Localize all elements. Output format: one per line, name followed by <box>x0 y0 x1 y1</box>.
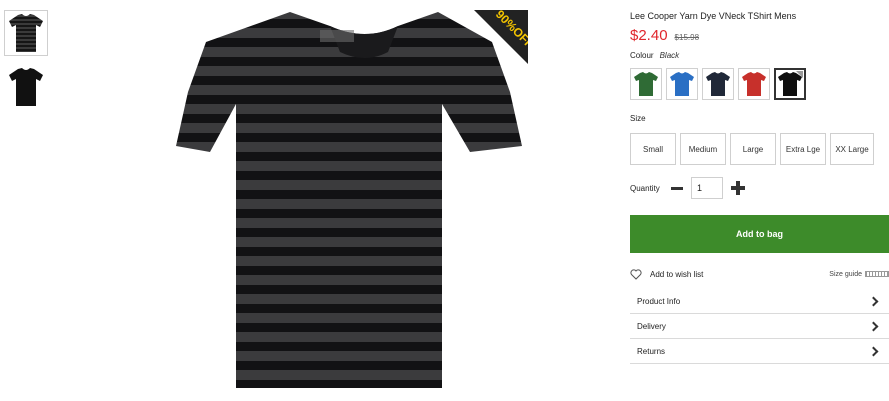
accordion-label: Returns <box>637 346 666 356</box>
size-label: Size <box>630 114 646 123</box>
size-extra-large-button[interactable]: Extra Lge <box>780 133 826 165</box>
blue-tshirt-icon <box>670 72 694 96</box>
accordion-returns[interactable]: Returns <box>630 339 889 364</box>
info-accordion: Product Info Delivery Returns <box>630 289 889 364</box>
product-title: Lee Cooper Yarn Dye VNeck TShirt Mens <box>630 11 797 21</box>
swatch-red[interactable] <box>738 68 770 100</box>
chevron-right-icon <box>868 321 879 331</box>
add-to-bag-button[interactable]: Add to bag <box>630 215 889 253</box>
minus-icon[interactable] <box>671 186 683 190</box>
chevron-right-icon <box>868 296 879 306</box>
ruler-icon <box>865 271 889 277</box>
discount-badge: 90%OFF <box>474 10 528 64</box>
chevron-right-icon <box>868 346 879 356</box>
accordion-label: Delivery <box>637 321 666 331</box>
colour-label: Colour <box>630 51 654 60</box>
swatch-blue[interactable] <box>666 68 698 100</box>
accordion-product-info[interactable]: Product Info <box>630 289 889 314</box>
add-to-wish-list-link[interactable]: Add to wish list <box>630 268 704 280</box>
colour-value: Black <box>659 51 680 60</box>
quantity-label: Quantity <box>630 183 660 193</box>
colour-swatches <box>630 68 889 100</box>
striped-tshirt-icon <box>9 14 43 52</box>
price-row: $2.40 $15.98 <box>630 27 889 44</box>
red-tshirt-icon <box>742 72 766 96</box>
size-large-button[interactable]: Large <box>730 133 776 165</box>
thumbnail-list <box>4 10 50 118</box>
price-current: $2.40 <box>630 27 668 44</box>
size-small-button[interactable]: Small <box>630 133 676 165</box>
colour-row: Colour Black <box>630 51 889 60</box>
price-original: $15.98 <box>674 33 700 42</box>
wish-size-row: Add to wish list Size guide <box>630 267 889 281</box>
size-xx-large-button[interactable]: XX Large <box>830 133 874 165</box>
heart-icon <box>630 268 642 280</box>
accordion-label: Product Info <box>637 296 681 306</box>
navy-tshirt-icon <box>706 72 730 96</box>
selected-corner-icon <box>796 71 803 78</box>
wish-list-label: Add to wish list <box>650 269 704 279</box>
thumbnail-black[interactable] <box>4 64 48 110</box>
accordion-delivery[interactable]: Delivery <box>630 314 889 339</box>
green-tshirt-icon <box>634 72 658 96</box>
product-details: Lee Cooper Yarn Dye VNeck TShirt Mens $2… <box>630 0 889 364</box>
size-medium-button[interactable]: Medium <box>680 133 726 165</box>
quantity-row: Quantity 1 <box>630 177 889 199</box>
quantity-input[interactable]: 1 <box>691 177 723 199</box>
swatch-navy[interactable] <box>702 68 734 100</box>
swatch-black[interactable] <box>774 68 806 100</box>
plus-icon[interactable] <box>731 181 745 195</box>
size-guide-link[interactable]: Size guide <box>829 271 889 278</box>
size-options: Small Medium Large Extra Lge XX Large <box>630 133 889 165</box>
thumbnail-striped[interactable] <box>4 10 48 56</box>
black-tshirt-icon <box>9 68 43 106</box>
size-guide-label: Size guide <box>829 270 862 278</box>
swatch-green[interactable] <box>630 68 662 100</box>
